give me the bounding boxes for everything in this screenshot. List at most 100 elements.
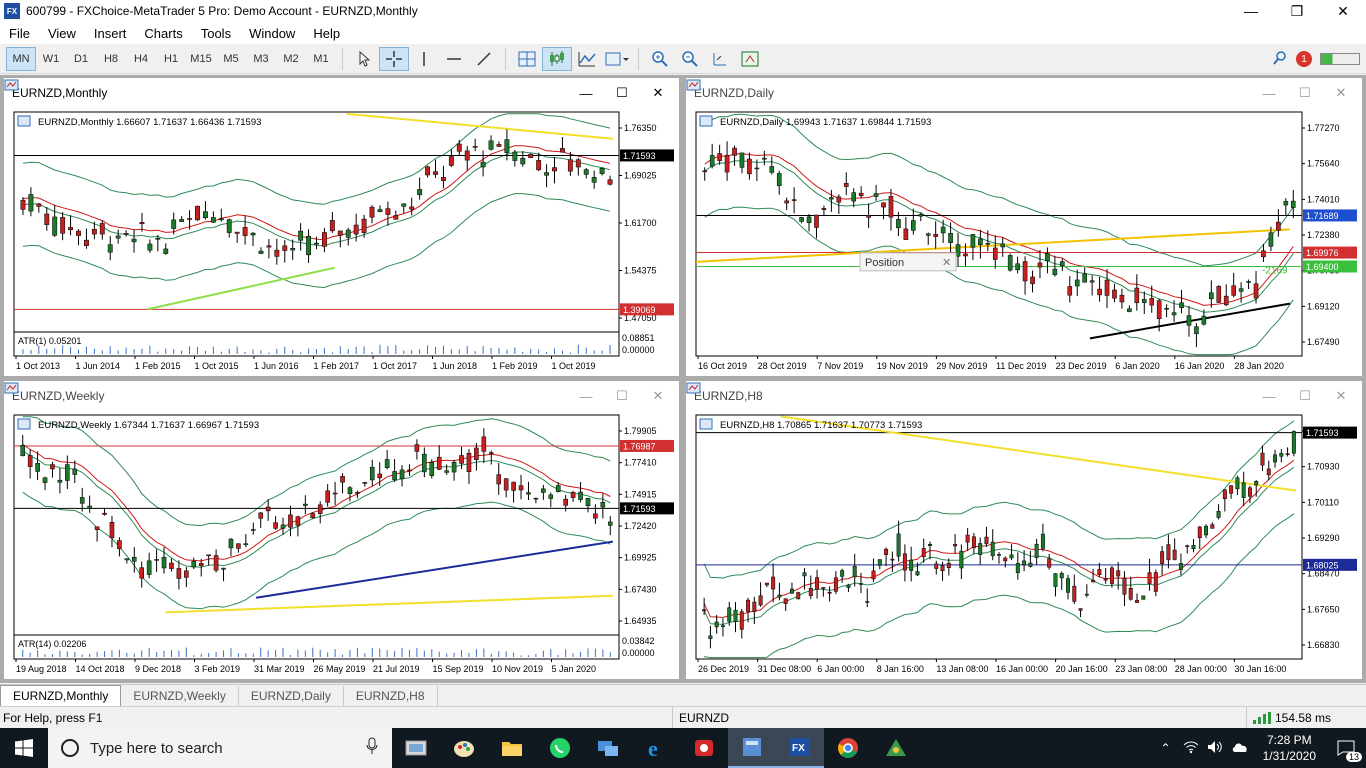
chart-minimize-button[interactable]: — <box>573 385 599 407</box>
menu-charts[interactable]: Charts <box>135 26 191 41</box>
tab-eurnzd-monthly[interactable]: EURNZD,Monthly <box>0 685 122 706</box>
timeframe-m15-button[interactable]: M15 <box>186 47 216 71</box>
menu-help[interactable]: Help <box>304 26 349 41</box>
templates-icon[interactable] <box>602 47 632 71</box>
file-explorer-icon[interactable] <box>488 728 536 768</box>
chart-plot-h8[interactable]: EURNZD,H8 1.70865 1.71637 1.70773 1.7159… <box>690 411 1358 675</box>
calculator-app-icon[interactable] <box>728 728 776 768</box>
task-view-icon[interactable] <box>392 728 440 768</box>
chart-maximize-button[interactable]: ☐ <box>1292 82 1318 104</box>
bull-candle <box>896 219 901 229</box>
bull-candle <box>1022 560 1027 566</box>
internet-explorer-icon[interactable]: e <box>632 728 680 768</box>
action-center-button[interactable]: 13 <box>1326 728 1366 768</box>
minimize-button[interactable]: — <box>1228 0 1274 22</box>
tile-windows-icon[interactable] <box>512 47 542 71</box>
timeframe-m2-button[interactable]: M2 <box>276 47 306 71</box>
chart-window-h8[interactable]: EURNZD,H8 — ☐ ✕ EURNZD,H8 1.70865 1.7163… <box>685 380 1363 680</box>
microphone-icon[interactable] <box>366 737 378 759</box>
bull-candle <box>727 607 732 622</box>
bull-candle <box>541 488 546 493</box>
chart-maximize-button[interactable]: ☐ <box>1292 385 1318 407</box>
chart-window-weekly[interactable]: EURNZD,Weekly — ☐ ✕ ATR(14) 0.02206 0.038… <box>3 380 680 680</box>
timeframe-h4-button[interactable]: H4 <box>126 47 156 71</box>
chart-maximize-button[interactable]: ☐ <box>609 385 635 407</box>
fxchoice-app-icon[interactable]: FX <box>776 728 824 768</box>
tooltip-close-icon[interactable]: ✕ <box>942 257 951 269</box>
maximize-button[interactable]: ❐ <box>1274 0 1320 22</box>
show-hidden-icons-icon[interactable]: ⌃ <box>1153 741 1179 755</box>
menu-tools[interactable]: Tools <box>192 26 240 41</box>
volume-icon[interactable] <box>1203 740 1227 757</box>
bull-candle <box>28 194 34 212</box>
notification-badge[interactable]: 1 <box>1296 51 1312 67</box>
chart-plot-daily[interactable]: EURNZD,Daily 1.69943 1.71637 1.69844 1.7… <box>690 108 1358 372</box>
price-axis-label: 1.69025 <box>624 171 657 181</box>
timeframe-w1-button[interactable]: W1 <box>36 47 66 71</box>
onedrive-icon[interactable] <box>1227 740 1253 757</box>
chart-minimize-button[interactable]: — <box>573 82 599 104</box>
chart-shift-icon[interactable] <box>705 47 735 71</box>
cursor-icon[interactable] <box>349 47 379 71</box>
tab-eurnzd-h8[interactable]: EURNZD,H8 <box>344 686 438 706</box>
price-axis-label: 1.67650 <box>1307 604 1340 614</box>
system-clock[interactable]: 7:28 PM 1/31/2020 <box>1253 732 1326 764</box>
paint-app-icon[interactable] <box>440 728 488 768</box>
menu-insert[interactable]: Insert <box>85 26 136 41</box>
candlestick-chart-icon[interactable] <box>542 46 572 71</box>
chart-window-daily[interactable]: EURNZD,Daily — ☐ ✕ EURNZD,Daily 1.69943 … <box>685 77 1363 377</box>
auto-scroll-icon[interactable] <box>735 47 765 71</box>
bear-candle <box>425 166 430 176</box>
chart-plot-weekly[interactable]: ATR(14) 0.02206 0.03842 0.00000 EURNZD,Week… <box>8 411 675 675</box>
bull-candle <box>1015 563 1020 574</box>
timeframe-mn-button[interactable]: MN <box>6 46 36 71</box>
windows-start-button[interactable] <box>0 728 48 768</box>
chart-close-button[interactable]: ✕ <box>1328 82 1354 104</box>
network-manager-icon[interactable] <box>872 728 920 768</box>
wifi-icon[interactable] <box>1179 740 1203 757</box>
whatsapp-icon[interactable] <box>536 728 584 768</box>
crosshair-icon[interactable] <box>379 46 409 71</box>
chart-header: EURNZD,Monthly 1.66607 1.71637 1.66436 1… <box>38 117 261 128</box>
chart-window-monthly[interactable]: EURNZD,Monthly — ☐ ✕ ATR(1) 0.05201 0.088… <box>3 77 680 377</box>
bear-candle <box>459 455 464 464</box>
timeframe-h1-button[interactable]: H1 <box>156 47 186 71</box>
zoom-in-icon[interactable] <box>645 47 675 71</box>
chart-close-button[interactable]: ✕ <box>645 385 671 407</box>
bear-candle <box>1103 578 1108 581</box>
chart-maximize-button[interactable]: ☐ <box>609 82 635 104</box>
taskbar-search-box[interactable]: Type here to search <box>48 728 392 768</box>
horizontal-line-icon[interactable] <box>439 47 469 71</box>
chart-minimize-button[interactable]: — <box>1256 82 1282 104</box>
indicator-label: ATR(14) 0.02206 <box>18 639 86 649</box>
chrome-icon[interactable] <box>824 728 872 768</box>
timeframe-m5-button[interactable]: M5 <box>216 47 246 71</box>
chart-close-button[interactable]: ✕ <box>645 82 671 104</box>
chart-close-button[interactable]: ✕ <box>1328 385 1354 407</box>
chart-minimize-button[interactable]: — <box>1256 385 1282 407</box>
network-app-icon[interactable] <box>584 728 632 768</box>
search-icon[interactable] <box>1272 50 1288 69</box>
menu-window[interactable]: Window <box>240 26 304 41</box>
media-app-icon[interactable] <box>680 728 728 768</box>
tab-eurnzd-weekly[interactable]: EURNZD,Weekly <box>121 686 239 706</box>
bull-candle <box>709 155 715 167</box>
indicators-icon[interactable] <box>572 47 602 71</box>
bear-candle <box>724 154 730 173</box>
bull-candle <box>708 635 713 639</box>
bear-candle <box>488 452 494 454</box>
vertical-line-icon[interactable] <box>409 47 439 71</box>
date-axis-label: 19 Aug 2018 <box>16 664 67 674</box>
timeframe-d1-button[interactable]: D1 <box>66 47 96 71</box>
menu-file[interactable]: File <box>0 26 39 41</box>
timeframe-m3-button[interactable]: M3 <box>246 47 276 71</box>
bear-candle <box>274 249 280 257</box>
chart-plot-monthly[interactable]: ATR(1) 0.05201 0.08851 0.00000 EURNZD,Month… <box>8 108 675 372</box>
trendline-icon[interactable] <box>469 47 499 71</box>
zoom-out-icon[interactable] <box>675 47 705 71</box>
menu-view[interactable]: View <box>39 26 85 41</box>
timeframe-m1-button[interactable]: M1 <box>306 47 336 71</box>
tab-eurnzd-daily[interactable]: EURNZD,Daily <box>239 686 344 706</box>
close-button[interactable]: ✕ <box>1320 0 1366 22</box>
timeframe-h8-button[interactable]: H8 <box>96 47 126 71</box>
